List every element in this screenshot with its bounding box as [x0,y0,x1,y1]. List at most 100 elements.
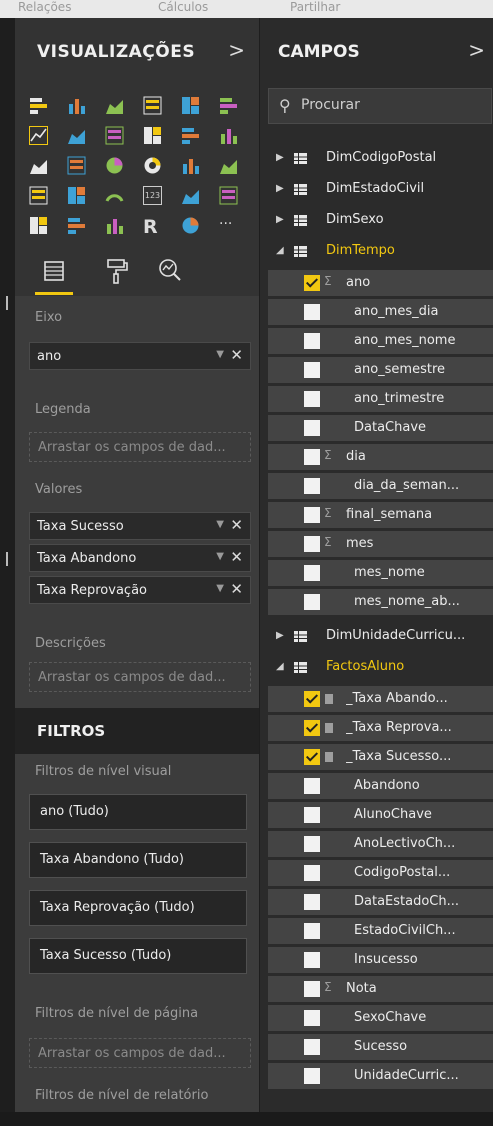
area-chart-icon[interactable] [67,126,86,145]
field-row[interactable]: Insucesso [268,947,493,973]
expand-down-icon[interactable]: ◢ [276,661,284,672]
values-field-pill[interactable]: Taxa Sucesso ▼ ✕ [29,512,251,540]
field-checkbox[interactable] [304,304,320,320]
field-checkbox[interactable] [304,778,320,794]
field-checkbox[interactable] [304,981,320,997]
field-row[interactable]: ano_mes_nome [268,328,493,354]
remove-field-close-icon[interactable]: ✕ [230,548,243,566]
collapse-fields-chevron-icon[interactable]: > [468,38,485,62]
field-row[interactable]: Σano [268,270,493,296]
filter-card[interactable]: ano (Tudo) [29,794,247,830]
field-row[interactable]: Σmes [268,531,493,557]
line-clustered-icon[interactable] [181,126,200,145]
table-row[interactable]: ▶ DimUnidadeCurricu... [260,622,493,652]
field-row[interactable]: Σdia [268,444,493,470]
field-checkbox[interactable] [304,536,320,552]
table-row[interactable]: ▶ DimEstadoCivil [260,175,493,205]
tooltips-dropzone[interactable]: Arrastar os campos de dad... [29,662,251,692]
chevron-down-icon[interactable]: ▼ [216,519,224,530]
filter-card[interactable]: Taxa Sucesso (Tudo) [29,938,247,974]
remove-field-close-icon[interactable]: ✕ [230,580,243,598]
clustered-column-icon[interactable] [143,96,162,115]
table-row[interactable]: ◢ FactosAluno [260,653,493,683]
100-bar-icon[interactable] [181,96,200,115]
chevron-down-icon[interactable]: ▼ [216,551,224,562]
field-checkbox[interactable] [304,1039,320,1055]
format-paint-roller-icon[interactable] [99,254,133,288]
expand-down-icon[interactable]: ◢ [276,245,284,256]
field-checkbox[interactable] [304,894,320,910]
field-row[interactable]: mes_nome [268,560,493,586]
ribbon-chart-icon[interactable] [219,126,238,145]
field-row[interactable]: UnidadeCurric... [268,1063,493,1089]
fields-tab-icon[interactable] [37,254,71,288]
filter-card[interactable]: Taxa Reprovação (Tudo) [29,890,247,926]
field-checkbox[interactable] [304,565,320,581]
field-checkbox[interactable] [304,478,320,494]
field-checkbox[interactable] [304,1068,320,1084]
remove-field-close-icon[interactable]: ✕ [230,346,243,364]
field-checkbox[interactable] [304,275,320,291]
multirow-card-icon[interactable] [181,186,200,205]
field-checkbox[interactable] [304,807,320,823]
legend-dropzone[interactable]: Arrastar os campos de dad... [29,432,251,462]
100-column-icon[interactable] [219,96,238,115]
field-checkbox[interactable] [304,923,320,939]
stacked-area-icon[interactable] [105,126,124,145]
gauge-icon[interactable] [105,186,124,205]
field-row[interactable]: ano_semestre [268,357,493,383]
field-checkbox[interactable] [304,865,320,881]
field-row[interactable]: AlunoChave [268,802,493,828]
field-checkbox[interactable] [304,691,320,707]
scatter-icon[interactable] [67,156,86,175]
expand-right-icon[interactable]: ▶ [276,214,284,225]
field-checkbox[interactable] [304,720,320,736]
field-checkbox[interactable] [304,449,320,465]
map-icon[interactable] [219,156,238,175]
field-checkbox[interactable] [304,333,320,349]
field-row[interactable]: ano_mes_dia [268,299,493,325]
chevron-down-icon[interactable]: ▼ [216,349,224,360]
more-icon[interactable]: ··· [219,216,238,235]
remove-field-close-icon[interactable]: ✕ [230,516,243,534]
chevron-down-icon[interactable]: ▼ [216,583,224,594]
values-field-pill[interactable]: Taxa Reprovação ▼ ✕ [29,576,251,604]
table-row[interactable]: ▶ DimCodigoPostal [260,144,493,174]
field-row[interactable]: mes_nome_ab... [268,589,493,615]
fields-search-input[interactable] [301,97,481,113]
field-row[interactable]: Sucesso [268,1034,493,1060]
filled-map-icon[interactable] [29,186,48,205]
slicer-icon[interactable] [29,216,48,235]
collapse-visualizations-chevron-icon[interactable]: > [228,38,245,62]
field-checkbox[interactable] [304,836,320,852]
table-row[interactable]: ◢ DimTempo [260,237,493,267]
ribbon-tab-calculos[interactable]: Cálculos [158,0,208,14]
line-column-icon[interactable] [143,126,162,145]
table-row[interactable]: ▶ DimSexo [260,206,493,236]
r-script-icon[interactable]: R [143,216,162,238]
values-field-pill[interactable]: Taxa Abandono ▼ ✕ [29,544,251,572]
field-checkbox[interactable] [304,391,320,407]
page-filters-dropzone[interactable]: Arrastar os campos de dad... [29,1038,251,1068]
line-chart-icon[interactable] [29,126,48,145]
field-row[interactable]: _Taxa Reprova... [268,715,493,741]
table-icon[interactable] [67,216,86,235]
expand-right-icon[interactable]: ▶ [276,630,284,641]
field-checkbox[interactable] [304,420,320,436]
kpi-icon[interactable] [219,186,238,205]
field-row[interactable]: ano_trimestre [268,386,493,412]
field-row[interactable]: DataChave [268,415,493,441]
field-row[interactable]: SexoChave [268,1005,493,1031]
pie-icon[interactable] [105,156,124,175]
field-checkbox[interactable] [304,362,320,378]
ribbon-tab-partilhar[interactable]: Partilhar [290,0,340,14]
field-row[interactable]: Σ Nota [268,976,493,1002]
treemap-icon[interactable] [181,156,200,175]
field-row[interactable]: _Taxa Abando... [268,686,493,712]
field-row[interactable]: CodigoPostal... [268,860,493,886]
field-row[interactable]: Abandono [268,773,493,799]
field-row[interactable]: Σfinal_semana [268,502,493,528]
expand-right-icon[interactable]: ▶ [276,152,284,163]
fields-search-box[interactable]: ⚲ [268,88,492,124]
field-checkbox[interactable] [304,1010,320,1026]
